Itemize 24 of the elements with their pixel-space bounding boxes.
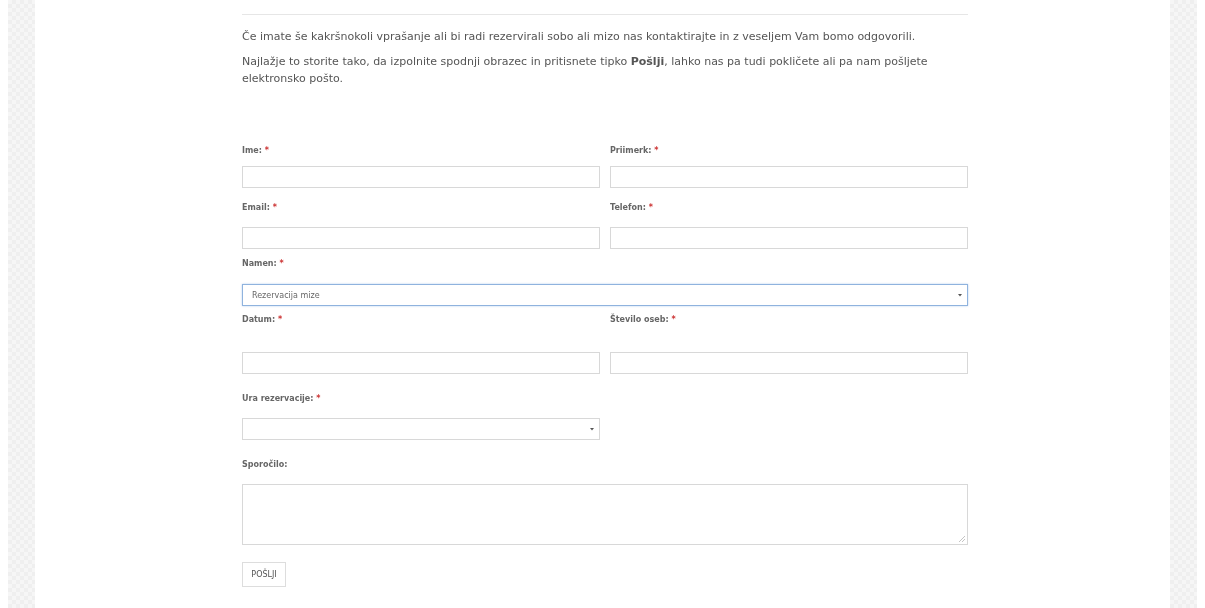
input-field[interactable] bbox=[610, 352, 968, 374]
input-field[interactable] bbox=[242, 227, 600, 249]
intro-text: Če imate še kakršnokoli vprašanje ali bi radi rezervirali sobo ali mizo nas kontaktirajte in z veseljem Vam bomo odgovorili. bbox=[242, 29, 917, 45]
message-field[interactable] bbox=[242, 484, 968, 545]
input-field[interactable] bbox=[610, 227, 968, 249]
submit-button[interactable]: POŠLJI bbox=[242, 562, 286, 587]
field-label: Ime: * bbox=[242, 145, 269, 157]
resize-handle-icon bbox=[959, 536, 965, 542]
field-label: Datum: * bbox=[242, 314, 283, 326]
field-label: Priimerk: * bbox=[610, 145, 659, 157]
intro-text: Najlažje to storite tako, da izpolnite spodnji obrazec in pritisnete tipko Pošlji, lahko nas pa tudi pokličete ali pa nam pošljete elektronsko pošto. bbox=[242, 54, 929, 87]
caret-icon bbox=[958, 293, 962, 297]
field-label: Ura rezervacije: * bbox=[242, 393, 321, 405]
input-field[interactable] bbox=[242, 352, 600, 374]
field-label: Telefon: * bbox=[610, 202, 653, 214]
input-field[interactable] bbox=[242, 166, 600, 188]
field-label: Namen: * bbox=[242, 258, 284, 270]
select-field[interactable]: Rezervacija mize bbox=[242, 284, 968, 306]
select-field[interactable] bbox=[242, 418, 600, 440]
field-label: Email: * bbox=[242, 202, 277, 214]
field-label: Število oseb: * bbox=[610, 313, 676, 326]
input-field[interactable] bbox=[610, 166, 968, 188]
field-label: Sporočilo: bbox=[242, 458, 288, 471]
caret-icon bbox=[590, 427, 594, 431]
